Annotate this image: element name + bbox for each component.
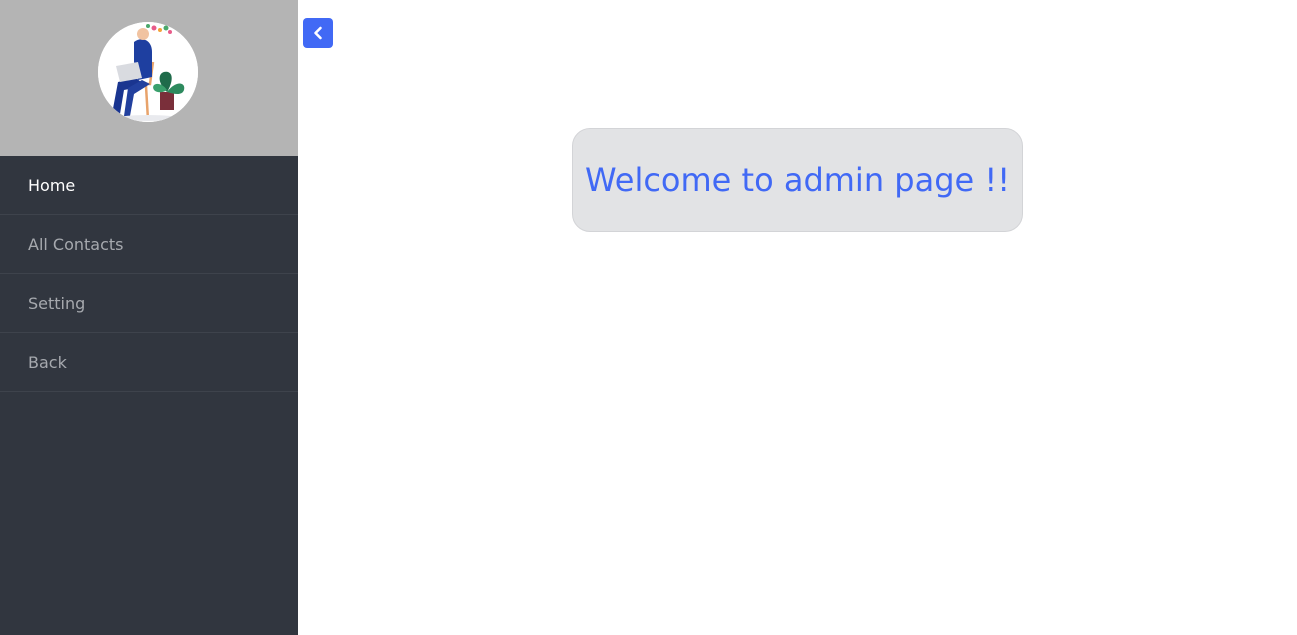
sidebar-item-all-contacts[interactable]: All Contacts <box>0 215 298 274</box>
avatar <box>98 22 198 122</box>
sidebar-header <box>0 0 298 156</box>
sidebar-item-label: Back <box>28 352 67 372</box>
app: Home All Contacts Setting Back Welcome t… <box>0 0 1297 635</box>
sidebar: Home All Contacts Setting Back <box>0 0 298 635</box>
sidebar-toggle-button[interactable] <box>303 18 333 48</box>
welcome-card: Welcome to admin page !! <box>572 128 1023 232</box>
sidebar-item-label: All Contacts <box>28 234 124 254</box>
welcome-message: Welcome to admin page !! <box>584 161 1011 199</box>
sidebar-nav: Home All Contacts Setting Back <box>0 156 298 392</box>
sidebar-item-home[interactable]: Home <box>0 156 298 215</box>
sidebar-item-label: Setting <box>28 293 86 313</box>
sidebar-item-back[interactable]: Back <box>0 333 298 392</box>
sidebar-item-setting[interactable]: Setting <box>0 274 298 333</box>
chevron-left-icon <box>314 26 322 40</box>
avatar-illustration-icon <box>98 22 198 122</box>
sidebar-item-label: Home <box>28 175 76 195</box>
